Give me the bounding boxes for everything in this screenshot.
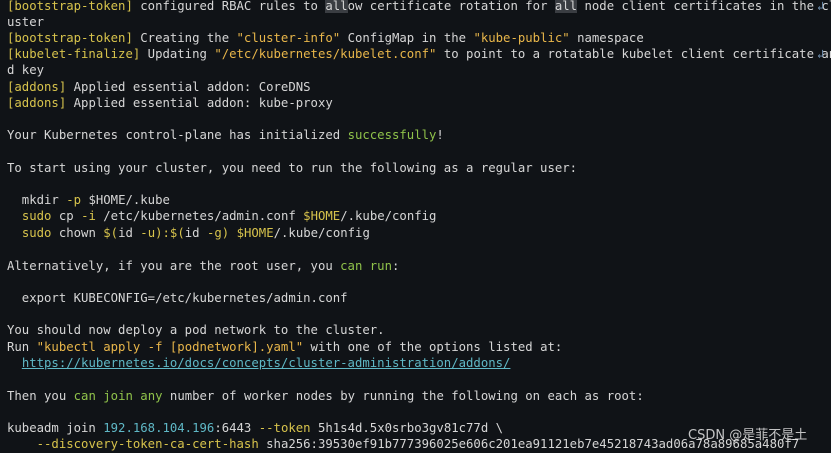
line-wrap-icon: ↲: [817, 0, 825, 13]
terminal-line: [addons] Applied essential addon: CoreDN…: [7, 80, 311, 94]
ip-address: 192.168.104.196: [103, 421, 215, 435]
terminal-line: d key: [7, 63, 45, 77]
log-tag: [addons]: [7, 96, 67, 110]
terminal-line: kubeadm join 192.168.104.196:6443 --toke…: [7, 421, 504, 435]
terminal-line: sudo cp -i /etc/kubernetes/admin.conf $H…: [21, 209, 437, 223]
log-tag: [bootstrap-token]: [7, 0, 133, 13]
log-tag: [bootstrap-token]: [7, 31, 133, 45]
terminal-line: [kubelet-finalize] Updating "/etc/kubern…: [7, 47, 831, 61]
terminal-output[interactable]: [bootstrap-token] configured RBAC rules …: [0, 0, 831, 453]
terminal-line: [addons] Applied essential addon: kube-p…: [7, 96, 333, 110]
terminal-line: export KUBECONFIG=/etc/kubernetes/admin.…: [7, 291, 348, 305]
terminal-line: You should now deploy a pod network to t…: [7, 323, 385, 337]
search-highlight: all: [554, 0, 578, 13]
line-wrap-icon: ↲: [817, 47, 825, 61]
terminal-line: [bootstrap-token] Creating the "cluster-…: [7, 31, 644, 45]
log-tag: [addons]: [7, 80, 67, 94]
search-highlight: all: [325, 0, 348, 13]
addons-docs-link[interactable]: https://kubernetes.io/docs/concepts/clus…: [22, 356, 511, 370]
terminal-line: Alternatively, if you are the root user,…: [7, 259, 400, 273]
log-tag: [kubelet-finalize]: [7, 47, 141, 61]
terminal-line: https://kubernetes.io/docs/concepts/clus…: [7, 355, 511, 371]
terminal-line: Your Kubernetes control-plane has initia…: [7, 128, 444, 142]
terminal-line: mkdir -p $HOME/.kube: [7, 193, 170, 207]
terminal-line: Run "kubectl apply -f [podnetwork].yaml"…: [7, 340, 563, 354]
terminal-line: uster: [7, 15, 45, 29]
terminal-line: sudo chown $(id -u):$(id -g) $HOME/.kube…: [21, 226, 370, 240]
terminal-line: --discovery-token-ca-cert-hash sha256:39…: [36, 437, 800, 451]
terminal-line: [bootstrap-token] configured RBAC rules …: [7, 0, 831, 13]
terminal-line: Then you can join any number of worker n…: [7, 389, 644, 403]
csdn-watermark: CSDN @是菲不是土: [688, 428, 808, 443]
terminal-line: To start using your cluster, you need to…: [7, 161, 578, 175]
